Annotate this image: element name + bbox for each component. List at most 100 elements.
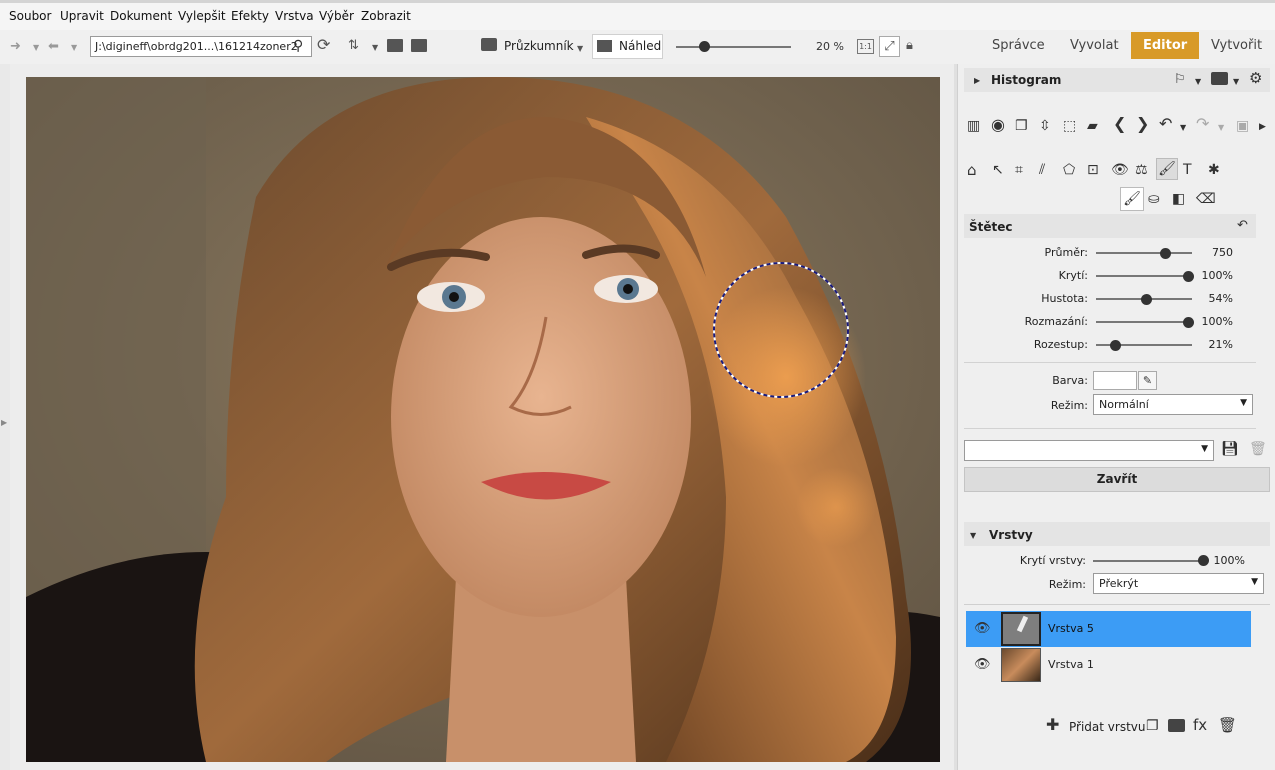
fx-icon[interactable]: fx [1193, 717, 1207, 733]
menu-zobrazit[interactable]: Zobrazit [361, 9, 411, 23]
move-folder-icon[interactable] [411, 39, 427, 52]
crop-icon[interactable]: ⌗ [1015, 162, 1023, 178]
menu-soubor[interactable]: Soubor [9, 9, 51, 23]
eraser-icon[interactable]: ⌫ [1196, 191, 1216, 207]
visibility-eye-icon[interactable]: 👁︎ [974, 621, 991, 637]
visibility-eye-icon[interactable]: 👁︎ [974, 657, 991, 673]
tab-manager[interactable]: Správce [992, 38, 1045, 53]
actual-size-button[interactable]: 1:1 [857, 39, 874, 54]
save-icon[interactable]: 💾︎ [1221, 441, 1239, 457]
eyedropper-icon[interactable]: ✎ [1138, 371, 1157, 390]
brush-mode-select[interactable]: Normální ▼ [1093, 394, 1253, 415]
open-folder-icon[interactable]: ▰ [1087, 118, 1098, 134]
image-icon[interactable]: ▣ [1236, 118, 1249, 134]
canvas-size-icon[interactable]: ⬚ [1063, 118, 1076, 134]
text-icon[interactable]: T [1183, 162, 1192, 178]
separator [964, 362, 1256, 363]
brush-param-knob[interactable] [1140, 293, 1152, 305]
forward-icon[interactable]: ➜ [10, 39, 21, 55]
tab-editor[interactable]: Editor [1131, 32, 1200, 59]
back-menu-icon[interactable]: ▼ [71, 40, 77, 56]
reset-icon[interactable]: ↶ [1237, 218, 1248, 234]
layer-row-5[interactable]: 👁︎ Vrstva 5 [966, 611, 1251, 647]
zoom-slider-knob[interactable] [698, 41, 710, 52]
delete-layer-icon[interactable]: 🗑︎ [1218, 717, 1237, 733]
fill-bucket-icon[interactable]: ⛀ [1148, 191, 1160, 207]
resize-icon[interactable]: ⇳ [1039, 118, 1051, 134]
fit-screen-icon[interactable]: ⤢ [879, 36, 900, 57]
path-input[interactable]: J:\digineff\obrdg201...\161214zoner2 [90, 36, 312, 57]
color-wheel-icon[interactable]: ◉ [991, 117, 1005, 133]
menu-vylepsit[interactable]: Vylepšit [178, 9, 226, 23]
forward-menu-icon[interactable]: ▼ [33, 40, 39, 56]
brush-param-track[interactable] [1096, 275, 1192, 277]
menu-vrstva[interactable]: Vrstva [275, 9, 314, 23]
brush-param-track[interactable] [1096, 252, 1192, 254]
add-layer-icon[interactable]: ✚ [1046, 717, 1059, 733]
new-folder-icon[interactable] [387, 39, 403, 52]
delete-preset-icon[interactable]: 🗑︎ [1249, 441, 1267, 457]
brush-param-knob[interactable] [1110, 339, 1122, 351]
layer-row-1[interactable]: 👁︎ Vrstva 1 [966, 647, 1251, 683]
close-button[interactable]: Zavřít [964, 467, 1270, 492]
next-icon[interactable]: ❯ [1136, 116, 1149, 132]
brush-param-knob[interactable] [1183, 270, 1195, 282]
previous-icon[interactable]: ❮ [1113, 116, 1126, 132]
refresh-icon[interactable]: ⟳ [317, 37, 330, 53]
pointer-icon[interactable]: ↖ [992, 162, 1004, 178]
eye-icon[interactable]: 👁︎ [1111, 162, 1129, 178]
brush-param-knob[interactable] [1160, 247, 1172, 259]
perspective-icon[interactable]: ⫽ [1039, 162, 1045, 178]
home-icon[interactable]: ⌂ [967, 162, 977, 178]
brush-tool-icon[interactable]: 🖌︎ [1156, 158, 1178, 180]
search-icon[interactable]: ⚲ [293, 38, 303, 54]
brush-param-value: 100% [1201, 315, 1233, 328]
undo-icon[interactable]: ↶ [1159, 116, 1172, 132]
settings-icon[interactable]: ⚙ [1249, 70, 1262, 86]
collapse-layers-icon[interactable]: ▼ [970, 528, 976, 544]
selection-icon[interactable]: ⬠ [1063, 162, 1075, 178]
brush-param-track[interactable] [1096, 321, 1192, 323]
zoom-slider-track[interactable] [676, 46, 791, 48]
tab-develop[interactable]: Vyvolat [1070, 38, 1119, 53]
duplicate-icon[interactable]: ❐ [1015, 118, 1028, 134]
flag-icon[interactable]: ⚐ [1174, 72, 1186, 88]
layer-opacity-track[interactable] [1093, 560, 1205, 562]
sort-icon[interactable]: ⇅ [348, 38, 359, 54]
brush-param-knob[interactable] [1183, 316, 1195, 328]
back-icon[interactable]: ⬅ [48, 39, 59, 55]
sort-menu-icon[interactable]: ▼ [372, 40, 378, 56]
preset-select[interactable]: ▼ [964, 440, 1214, 461]
more-tools-icon[interactable]: ▶ [1259, 119, 1266, 135]
effects-icon[interactable]: ✱ [1208, 162, 1220, 178]
color-swatch[interactable] [1093, 371, 1137, 390]
clone-icon[interactable]: ⊡ [1087, 162, 1099, 178]
copy-layer-icon[interactable]: ❐ [1146, 718, 1159, 734]
undo-menu-icon[interactable]: ▼ [1180, 120, 1186, 136]
camera-view-icon[interactable] [1211, 72, 1228, 85]
expand-left-icon[interactable]: ▶ [1, 415, 7, 431]
levels-icon[interactable]: ▥ [967, 118, 980, 134]
mask-icon[interactable] [1168, 719, 1185, 732]
level-icon[interactable]: ⚖ [1135, 162, 1148, 178]
explorer-button[interactable]: Průzkumník [504, 38, 574, 54]
menu-upravit[interactable]: Upravit [60, 9, 104, 23]
photo-canvas[interactable] [26, 77, 940, 762]
redo-icon[interactable]: ↷ [1196, 116, 1209, 132]
expand-histogram-icon[interactable]: ▶ [974, 73, 980, 89]
paint-brush-icon[interactable]: 🖌︎ [1120, 187, 1144, 211]
portrait-image [26, 77, 940, 762]
gradient-icon[interactable]: ◧ [1172, 191, 1185, 207]
flag-menu-icon[interactable]: ▼ [1195, 74, 1201, 90]
tab-create[interactable]: Vytvořit [1211, 38, 1262, 53]
menu-dokument[interactable]: Dokument [110, 9, 172, 23]
lock-icon[interactable]: 🔒︎ [906, 38, 913, 54]
menu-vyber[interactable]: Výběr [319, 9, 354, 23]
add-layer-button[interactable]: Přidat vrstvu [1069, 719, 1145, 735]
view-menu-icon[interactable]: ▼ [1233, 74, 1239, 90]
redo-menu-icon[interactable]: ▼ [1218, 120, 1224, 136]
chevron-down-icon: ▼ [1240, 398, 1247, 408]
menu-efekty[interactable]: Efekty [231, 9, 269, 23]
layer-mode-select[interactable]: Překrýt ▼ [1093, 573, 1264, 594]
explorer-menu-icon[interactable]: ▼ [577, 41, 583, 57]
